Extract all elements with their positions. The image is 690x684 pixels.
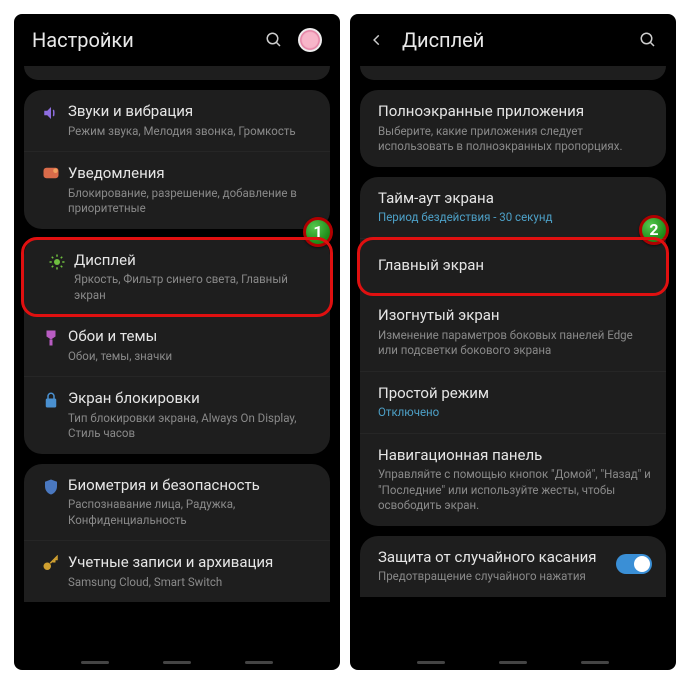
nav-bar: [14, 658, 340, 670]
title: Защита от случайного касания: [378, 548, 606, 568]
subtitle: Блокирование, разрешение, добавление в п…: [68, 186, 316, 217]
subtitle: Распознавание лица, Радужка, Конфиденциа…: [68, 497, 316, 528]
settings-screen: Настройки Звуки и вибрация Режим звука, …: [14, 14, 340, 670]
shield-icon: [34, 476, 68, 496]
card: Полноэкранные приложения Выберите, какие…: [360, 90, 666, 167]
title: Звуки и вибрация: [68, 102, 316, 122]
search-icon[interactable]: [638, 30, 658, 50]
card: 2 Тайм-аут экрана Период бездействия - 3…: [360, 177, 666, 526]
card: Биометрия и безопасность Распознавание л…: [24, 464, 330, 603]
item-navigation-bar[interactable]: Навигационная панель Управляйте с помощь…: [360, 434, 666, 526]
card-partial: [24, 66, 330, 80]
item-lockscreen[interactable]: Экран блокировки Тип блокировки экрана, …: [24, 377, 330, 454]
display-icon: [40, 251, 74, 271]
item-accounts[interactable]: Учетные записи и архивация Samsung Cloud…: [24, 541, 330, 602]
subtitle: Изменение параметров боковых панелей Edg…: [378, 328, 652, 359]
subtitle: Тип блокировки экрана, Always On Display…: [68, 411, 316, 442]
subtitle: Яркость, Фильтр синего света, Главный эк…: [74, 272, 314, 303]
subtitle: Samsung Cloud, Smart Switch: [68, 575, 316, 591]
item-notifications[interactable]: Уведомления Блокирование, разрешение, до…: [24, 152, 330, 229]
card: 1 Дисплей Яркость, Фильтр синего света, …: [24, 237, 330, 454]
title: Учетные записи и архивация: [68, 553, 316, 573]
sound-icon: [34, 102, 68, 122]
subtitle: Режим звука, Мелодия звонка, Громкость: [68, 124, 316, 140]
page-title: Настройки: [32, 28, 254, 52]
search-icon[interactable]: [264, 30, 284, 50]
notification-icon: [34, 164, 68, 180]
title: Изогнутый экран: [378, 306, 652, 326]
subtitle: Управляйте с помощью кнопок "Домой", "На…: [378, 467, 652, 514]
title: Дисплей: [74, 251, 314, 271]
lock-icon: [34, 389, 68, 409]
avatar[interactable]: [298, 28, 322, 52]
title: Полноэкранные приложения: [378, 102, 652, 122]
item-screen-timeout[interactable]: Тайм-аут экрана Период бездействия - 30 …: [360, 177, 666, 239]
title: Навигационная панель: [378, 446, 652, 466]
header: Дисплей: [350, 14, 676, 66]
title: Тайм-аут экрана: [378, 189, 652, 209]
item-display[interactable]: Дисплей Яркость, Фильтр синего света, Гл…: [21, 237, 333, 318]
subtitle: Отключено: [378, 405, 652, 421]
item-easy-mode[interactable]: Простой режим Отключено: [360, 372, 666, 434]
item-fullscreen-apps[interactable]: Полноэкранные приложения Выберите, какие…: [360, 90, 666, 167]
wallpaper-icon: [34, 327, 68, 347]
subtitle: Выберите, какие приложения следует испол…: [378, 124, 652, 155]
card: Защита от случайного касания Предотвраще…: [360, 536, 666, 597]
back-icon[interactable]: [368, 31, 386, 49]
item-sounds[interactable]: Звуки и вибрация Режим звука, Мелодия зв…: [24, 90, 330, 152]
subtitle: Предотвращение случайного нажатия: [378, 569, 606, 585]
item-biometrics[interactable]: Биометрия и безопасность Распознавание л…: [24, 464, 330, 542]
subtitle: Период бездействия - 30 секунд: [378, 210, 652, 226]
item-edge-screen[interactable]: Изогнутый экран Изменение параметров бок…: [360, 294, 666, 372]
item-home-screen[interactable]: Главный экран: [357, 237, 669, 297]
key-icon: [34, 553, 68, 573]
title: Биометрия и безопасность: [68, 476, 316, 496]
settings-list: Звуки и вибрация Режим звука, Мелодия зв…: [14, 66, 340, 658]
card-partial: [360, 66, 666, 80]
display-screen: Дисплей Полноэкранные приложения Выберит…: [350, 14, 676, 670]
page-title: Дисплей: [402, 28, 628, 52]
title: Экран блокировки: [68, 389, 316, 409]
title: Обои и темы: [68, 327, 316, 347]
toggle-switch[interactable]: [616, 554, 652, 574]
item-wallpaper[interactable]: Обои и темы Обои, темы, значки: [24, 315, 330, 377]
title: Уведомления: [68, 164, 316, 184]
display-list: Полноэкранные приложения Выберите, какие…: [350, 66, 676, 658]
header: Настройки: [14, 14, 340, 66]
card: Звуки и вибрация Режим звука, Мелодия зв…: [24, 90, 330, 229]
nav-bar: [350, 658, 676, 670]
title: Главный экран: [378, 256, 650, 276]
title: Простой режим: [378, 384, 652, 404]
subtitle: Обои, темы, значки: [68, 349, 316, 365]
item-accidental-touch[interactable]: Защита от случайного касания Предотвраще…: [360, 536, 666, 597]
